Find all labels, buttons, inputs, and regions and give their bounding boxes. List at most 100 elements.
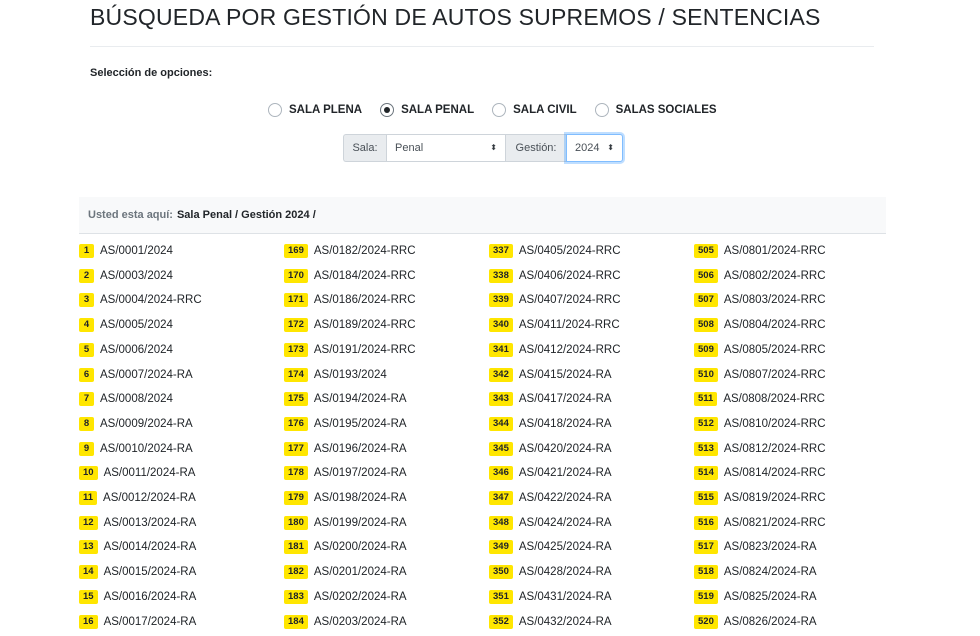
item-link[interactable]: AS/0197/2024-RA	[314, 467, 407, 479]
item-link[interactable]: AS/0189/2024-RRC	[314, 319, 416, 331]
list-item[interactable]: 15 AS/0016/2024-RA	[79, 588, 196, 606]
item-link[interactable]: AS/0006/2024	[100, 344, 173, 356]
list-item[interactable]: 337 AS/0405/2024-RRC	[489, 242, 621, 260]
list-item[interactable]: 510 AS/0807/2024-RRC	[694, 366, 826, 384]
item-link[interactable]: AS/0422/2024-RA	[519, 492, 612, 504]
item-link[interactable]: AS/0200/2024-RA	[314, 541, 407, 553]
list-item[interactable]: 170 AS/0184/2024-RRC	[284, 267, 416, 285]
item-link[interactable]: AS/0825/2024-RA	[724, 591, 817, 603]
list-item[interactable]: 340 AS/0411/2024-RRC	[489, 316, 620, 334]
item-link[interactable]: AS/0801/2024-RRC	[724, 245, 826, 257]
item-link[interactable]: AS/0193/2024	[314, 369, 387, 381]
list-item[interactable]: 514 AS/0814/2024-RRC	[694, 464, 826, 482]
list-item[interactable]: 348 AS/0424/2024-RA	[489, 514, 612, 532]
list-item[interactable]: 182 AS/0201/2024-RA	[284, 563, 407, 581]
list-item[interactable]: 343 AS/0417/2024-RA	[489, 390, 612, 408]
list-item[interactable]: 172 AS/0189/2024-RRC	[284, 316, 416, 334]
sala-select[interactable]: Penal ⬍	[386, 134, 506, 162]
item-link[interactable]: AS/0010/2024-RA	[100, 443, 193, 455]
list-item[interactable]: 173 AS/0191/2024-RRC	[284, 341, 416, 359]
item-link[interactable]: AS/0005/2024	[100, 319, 173, 331]
item-link[interactable]: AS/0203/2024-RA	[314, 616, 407, 628]
item-link[interactable]: AS/0014/2024-RA	[104, 541, 197, 553]
radio-sala-plena-circle[interactable]	[268, 103, 282, 117]
list-item[interactable]: 178 AS/0197/2024-RA	[284, 464, 407, 482]
list-item[interactable]: 171 AS/0186/2024-RRC	[284, 291, 416, 309]
list-item[interactable]: 12 AS/0013/2024-RA	[79, 514, 196, 532]
list-item[interactable]: 351 AS/0431/2024-RA	[489, 588, 612, 606]
list-item[interactable]: 169 AS/0182/2024-RRC	[284, 242, 416, 260]
list-item[interactable]: 174 AS/0193/2024	[284, 366, 387, 384]
item-link[interactable]: AS/0198/2024-RA	[314, 492, 407, 504]
item-link[interactable]: AS/0003/2024	[100, 270, 173, 282]
list-item[interactable]: 10 AS/0011/2024-RA	[79, 464, 195, 482]
item-link[interactable]: AS/0432/2024-RA	[519, 616, 612, 628]
list-item[interactable]: 175 AS/0194/2024-RA	[284, 390, 407, 408]
list-item[interactable]: 518 AS/0824/2024-RA	[694, 563, 817, 581]
list-item[interactable]: 8 AS/0009/2024-RA	[79, 415, 193, 433]
item-link[interactable]: AS/0017/2024-RA	[104, 616, 197, 628]
item-link[interactable]: AS/0821/2024-RRC	[724, 517, 826, 529]
item-link[interactable]: AS/0007/2024-RA	[100, 369, 193, 381]
list-item[interactable]: 506 AS/0802/2024-RRC	[694, 267, 826, 285]
item-link[interactable]: AS/0011/2024-RA	[104, 467, 196, 479]
radio-sala-plena[interactable]: SALA PLENA	[268, 103, 362, 117]
list-item[interactable]: 177 AS/0196/2024-RA	[284, 440, 407, 458]
list-item[interactable]: 7 AS/0008/2024	[79, 390, 173, 408]
list-item[interactable]: 505 AS/0801/2024-RRC	[694, 242, 826, 260]
item-link[interactable]: AS/0418/2024-RA	[519, 418, 612, 430]
list-item[interactable]: 339 AS/0407/2024-RRC	[489, 291, 621, 309]
list-item[interactable]: 6 AS/0007/2024-RA	[79, 366, 193, 384]
item-link[interactable]: AS/0004/2024-RRC	[100, 294, 202, 306]
list-item[interactable]: 180 AS/0199/2024-RA	[284, 514, 407, 532]
list-item[interactable]: 11 AS/0012/2024-RA	[79, 489, 196, 507]
radio-salas-sociales[interactable]: SALAS SOCIALES	[594, 103, 717, 117]
list-item[interactable]: 341 AS/0412/2024-RRC	[489, 341, 621, 359]
list-item[interactable]: 13 AS/0014/2024-RA	[79, 538, 196, 556]
item-link[interactable]: AS/0195/2024-RA	[314, 418, 407, 430]
radio-sala-penal-label[interactable]: SALA PENAL	[401, 104, 474, 116]
list-item[interactable]: 4 AS/0005/2024	[79, 316, 173, 334]
list-item[interactable]: 3 AS/0004/2024-RRC	[79, 291, 202, 309]
item-link[interactable]: AS/0201/2024-RA	[314, 566, 407, 578]
item-link[interactable]: AS/0808/2024-RRC	[723, 393, 825, 405]
list-item[interactable]: 9 AS/0010/2024-RA	[79, 440, 193, 458]
list-item[interactable]: 344 AS/0418/2024-RA	[489, 415, 612, 433]
item-link[interactable]: AS/0804/2024-RRC	[724, 319, 826, 331]
list-item[interactable]: 181 AS/0200/2024-RA	[284, 538, 407, 556]
list-item[interactable]: 519 AS/0825/2024-RA	[694, 588, 817, 606]
list-item[interactable]: 515 AS/0819/2024-RRC	[694, 489, 826, 507]
radio-salas-sociales-circle[interactable]	[594, 103, 609, 117]
item-link[interactable]: AS/0826/2024-RA	[724, 616, 817, 628]
list-item[interactable]: 5 AS/0006/2024	[79, 341, 173, 359]
item-link[interactable]: AS/0421/2024-RA	[519, 467, 612, 479]
item-link[interactable]: AS/0420/2024-RA	[519, 443, 612, 455]
list-item[interactable]: 347 AS/0422/2024-RA	[489, 489, 612, 507]
radio-sala-penal[interactable]: SALA PENAL	[380, 103, 474, 117]
list-item[interactable]: 345 AS/0420/2024-RA	[489, 440, 612, 458]
list-item[interactable]: 516 AS/0821/2024-RRC	[694, 514, 826, 532]
radio-sala-civil-label[interactable]: SALA CIVIL	[513, 104, 576, 116]
item-link[interactable]: AS/0191/2024-RRC	[314, 344, 416, 356]
item-link[interactable]: AS/0194/2024-RA	[314, 393, 407, 405]
list-item[interactable]: 338 AS/0406/2024-RRC	[489, 267, 621, 285]
item-link[interactable]: AS/0407/2024-RRC	[519, 294, 621, 306]
list-item[interactable]: 2 AS/0003/2024	[79, 267, 173, 285]
item-link[interactable]: AS/0428/2024-RA	[519, 566, 612, 578]
list-item[interactable]: 509 AS/0805/2024-RRC	[694, 341, 826, 359]
item-link[interactable]: AS/0202/2024-RA	[314, 591, 407, 603]
item-link[interactable]: AS/0016/2024-RA	[104, 591, 197, 603]
item-link[interactable]: AS/0196/2024-RA	[314, 443, 407, 455]
list-item[interactable]: 179 AS/0198/2024-RA	[284, 489, 407, 507]
item-link[interactable]: AS/0803/2024-RRC	[724, 294, 826, 306]
list-item[interactable]: 350 AS/0428/2024-RA	[489, 563, 612, 581]
list-item[interactable]: 16 AS/0017/2024-RA	[79, 613, 196, 631]
list-item[interactable]: 512 AS/0810/2024-RRC	[694, 415, 826, 433]
radio-sala-civil[interactable]: SALA CIVIL	[492, 103, 577, 117]
list-item[interactable]: 507 AS/0803/2024-RRC	[694, 291, 826, 309]
gestion-select[interactable]: 2024 ⬍	[566, 134, 623, 162]
list-item[interactable]: 183 AS/0202/2024-RA	[284, 588, 407, 606]
item-link[interactable]: AS/0824/2024-RA	[724, 566, 817, 578]
item-link[interactable]: AS/0406/2024-RRC	[519, 270, 621, 282]
item-link[interactable]: AS/0417/2024-RA	[519, 393, 612, 405]
